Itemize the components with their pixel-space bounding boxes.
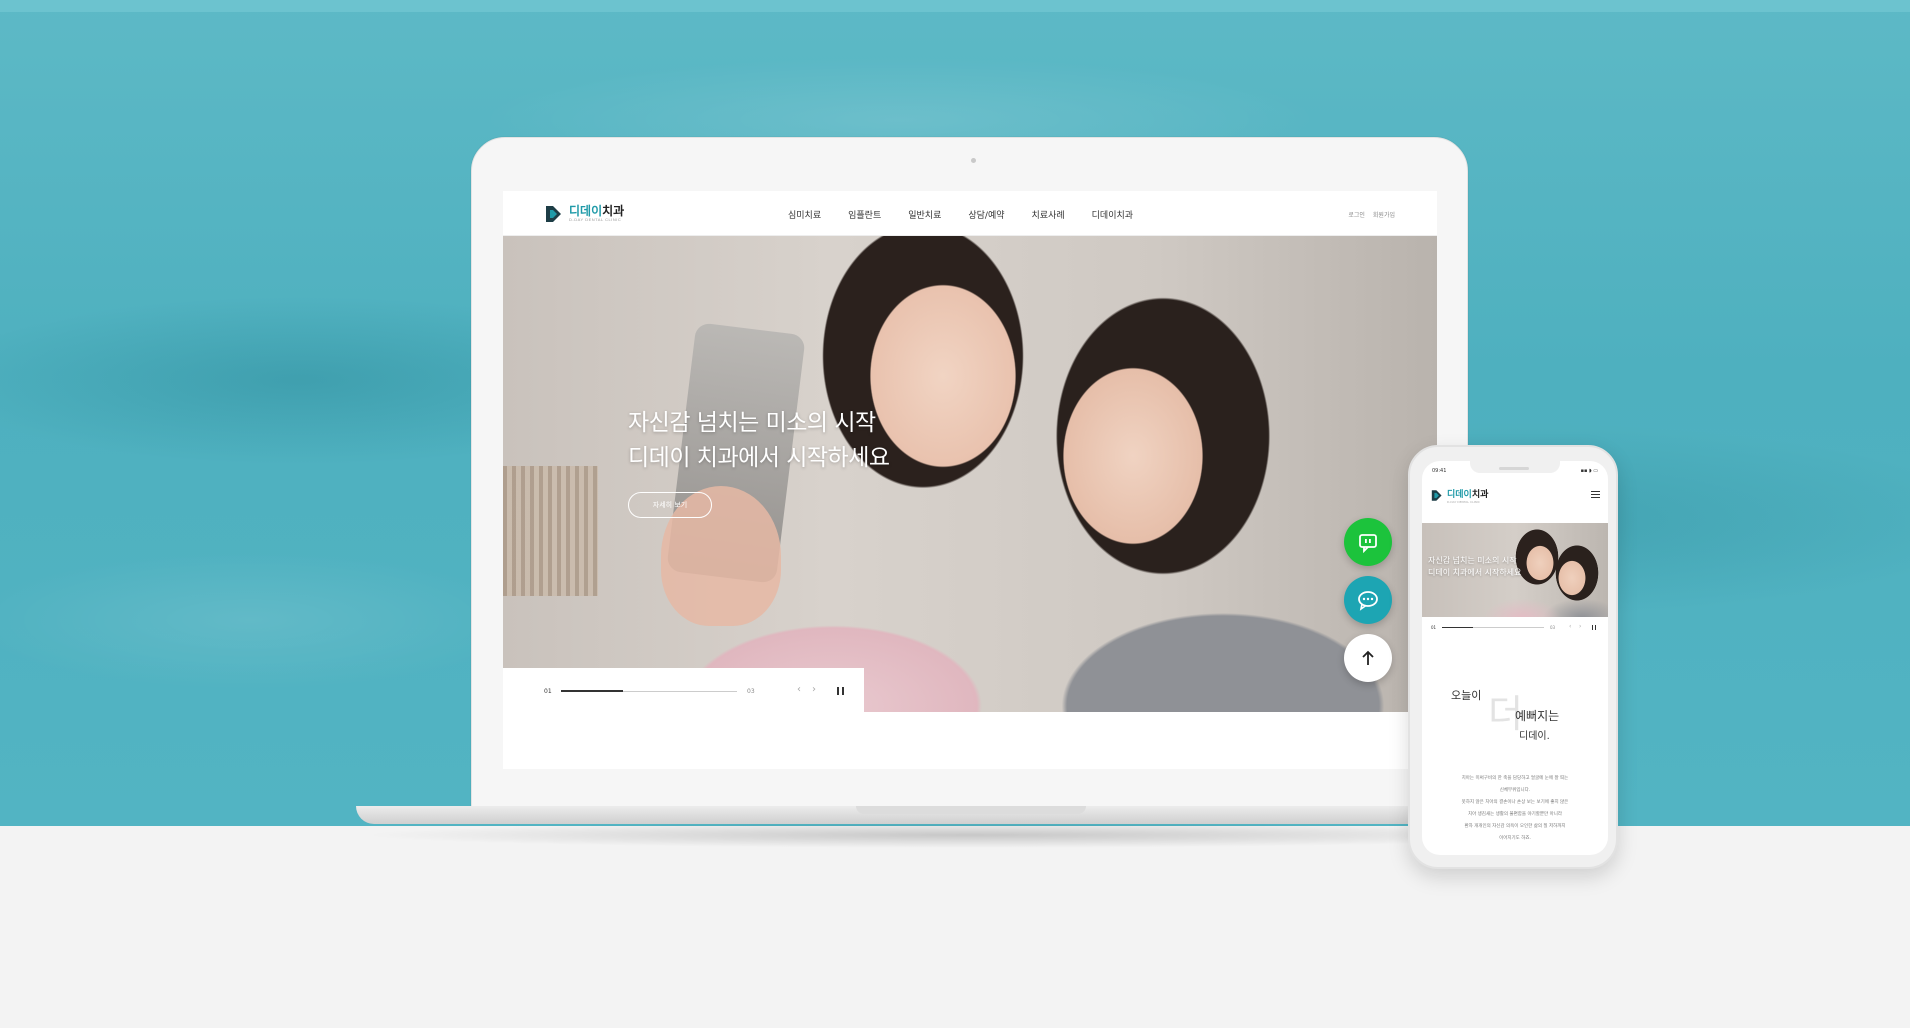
slide-total: 03 [747, 688, 755, 695]
body-line: 치아 생김새는 생활의 불편함을 야기할뿐만 아니라 [1467, 812, 1563, 817]
mobile-slide-pause[interactable] [1592, 625, 1596, 630]
mobile-slider-controls: 01 03 ‹ › [1422, 619, 1608, 637]
laptop-camera [971, 158, 976, 163]
logo-title: 디데이치과 [569, 205, 624, 217]
logo-text: 디데이치과 D-DAY DENTAL CLINIC [569, 205, 624, 223]
hero-more-button[interactable]: 자세히 보기 [628, 492, 712, 518]
login-link[interactable]: 로그인 [1348, 210, 1365, 219]
phone-speaker [1499, 467, 1529, 470]
nav-item-cases[interactable]: 치료사례 [1032, 208, 1065, 221]
mobile-slide-next[interactable]: › [1579, 623, 1581, 630]
mobile-logo[interactable]: 디데이치과 D-DAY DENTAL CLINIC [1431, 487, 1488, 504]
arrow-up-icon [1362, 650, 1374, 665]
laptop-notch [856, 806, 1086, 814]
mobile-screen: 09:41 ▪▪ ◗ ▭ 디데이치과 D-DAY DENTAL CLINIC 자… [1422, 461, 1608, 855]
hero-copy: 자신감 넘치는 미소의 시작 디데이 치과에서 시작하세요 [628, 406, 890, 476]
nav-item-consult[interactable]: 상담/예약 [968, 208, 1004, 221]
mobile-hero: 자신감 넘치는 미소의 시작 디데이 치과에서 시작하세요 [1422, 523, 1608, 617]
body-line: 이어지기도 하죠. [1499, 836, 1531, 841]
mobile-device: 09:41 ▪▪ ◗ ▭ 디데이치과 D-DAY DENTAL CLINIC 자… [1408, 445, 1618, 869]
mobile-logo-rest: 치과 [1471, 490, 1489, 500]
kakao-talk-icon [1359, 534, 1377, 553]
mobile-slide-fill [1442, 626, 1473, 628]
hero-headline-2: 디데이 치과에서 시작하세요 [628, 445, 890, 471]
mobile-hero-headline-1: 자신감 넘치는 미소의 시작 [1428, 556, 1517, 565]
nav-item-implant[interactable]: 임플란트 [848, 208, 881, 221]
logo-title-accent: 디데이 [569, 204, 603, 218]
body-line: 환자 개개인의 자신감 의욕이 오인한 삶의 질 저하까지 [1464, 824, 1566, 829]
site-header: 디데이치과 D-DAY DENTAL CLINIC 심미치료 임플란트 일반치료… [503, 191, 1437, 236]
slide-pause-button[interactable] [837, 687, 844, 695]
mobile-hero-headline-2: 디데이 치과에서 시작하세요 [1428, 568, 1522, 577]
laptop-screen: 디데이치과 D-DAY DENTAL CLINIC 심미치료 임플란트 일반치료… [503, 191, 1437, 769]
mobile-body-text: 치아는 미써구비의 한 축을 담당하고 얼굴에 눈에 잘 띄는 신체부위입니다.… [1430, 773, 1600, 845]
laptop-shadow [360, 822, 1580, 848]
mobile-slide-total: 03 [1550, 625, 1556, 630]
mobile-intro: 더 오늘이 예뻐지는 디데이. [1422, 687, 1608, 757]
slide-next-button[interactable]: › [812, 684, 816, 695]
status-time: 09:41 [1432, 468, 1447, 474]
body-line: 치아는 미써구비의 한 축을 담당하고 얼굴에 눈에 잘 띄는 [1461, 776, 1569, 781]
logo-title-rest: 치과 [602, 204, 625, 218]
mobile-slide-track [1442, 626, 1544, 628]
nav-item-general[interactable]: 일반치료 [908, 208, 941, 221]
chat-bubble-icon [1358, 591, 1378, 611]
slider-controls: 01 03 ‹ › [503, 668, 864, 712]
slide-progress-fill [561, 690, 623, 692]
slide-current: 01 [544, 688, 552, 695]
status-icons: ▪▪ ◗ ▭ [1580, 468, 1598, 474]
chat-button[interactable] [1344, 576, 1392, 624]
site-logo[interactable]: 디데이치과 D-DAY DENTAL CLINIC [545, 204, 624, 224]
slide-progress-track [561, 690, 737, 692]
body-line: 신체부위입니다. [1499, 788, 1531, 793]
mockup-stage: 디데이치과 D-DAY DENTAL CLINIC 심미치료 임플란트 일반치료… [0, 0, 1910, 1028]
mobile-logo-subtitle: D-DAY DENTAL CLINIC [1447, 500, 1480, 504]
hero-slide: 자신감 넘치는 미소의 시작 디데이 치과에서 시작하세요 자세히 보기 01 … [503, 236, 1437, 712]
water-top-strip [0, 0, 1910, 12]
floor-background [0, 826, 1910, 1028]
main-nav: 심미치료 임플란트 일반치료 상담/예약 치료사례 디데이치과 [788, 208, 1133, 221]
nav-item-about[interactable]: 디데이치과 [1092, 208, 1133, 221]
mobile-slide-current: 01 [1431, 625, 1437, 630]
mobile-logo-title: 디데이치과 [1447, 487, 1488, 500]
nav-item-aesthetic[interactable]: 심미치료 [788, 208, 821, 221]
mobile-hero-copy: 자신감 넘치는 미소의 시작 디데이 치과에서 시작하세요 [1428, 555, 1521, 579]
signup-link[interactable]: 회원가입 [1373, 210, 1395, 219]
logo-d-icon [1431, 490, 1442, 501]
slide-prev-button[interactable]: ‹ [797, 684, 801, 695]
logo-subtitle: D-DAY DENTAL CLINIC [569, 217, 622, 222]
intro-line-2: 예뻐지는 [1515, 709, 1560, 723]
hamburger-menu-icon[interactable] [1591, 491, 1600, 498]
logo-d-icon [546, 206, 561, 222]
hero-headline-1: 자신감 넘치는 미소의 시작 [628, 410, 876, 436]
mobile-logo-text: 디데이치과 D-DAY DENTAL CLINIC [1447, 487, 1488, 504]
util-links: 로그인 회원가입 [1348, 210, 1395, 219]
scroll-top-button[interactable] [1344, 634, 1392, 682]
intro-line-3: 디데이. [1519, 731, 1550, 742]
mobile-slide-prev[interactable]: ‹ [1569, 623, 1571, 630]
mobile-logo-accent: 디데이 [1447, 490, 1472, 500]
body-line: 못하지 않은 치아의 결손이나 손상 보는 보기에 좋지 않은 [1461, 800, 1569, 805]
intro-line-1: 오늘이 [1451, 689, 1482, 702]
kakao-talk-button[interactable] [1344, 518, 1392, 566]
hero-photo-blinds [503, 466, 598, 596]
